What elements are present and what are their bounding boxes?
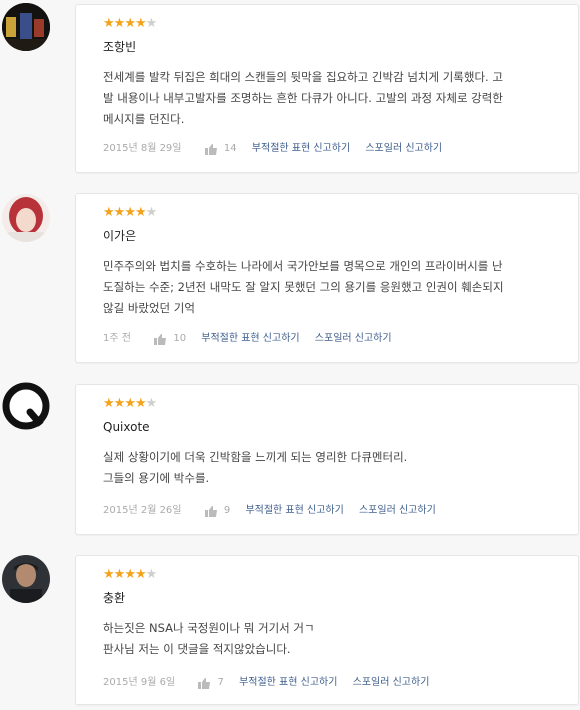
report-abuse-link[interactable]: 부적절한 표현 신고하기	[201, 332, 299, 346]
review-meta: 2015년 9월 6일 7 부적절한 표현 신고하기 스포일러 신고하기	[103, 676, 429, 691]
reviewer-name[interactable]: Quixote	[103, 419, 150, 435]
review-line: 메시지를 던진다.	[103, 112, 185, 126]
reviewer-name[interactable]: 조항빈	[103, 39, 136, 55]
report-spoiler-link[interactable]: 스포일러 신고하기	[365, 142, 442, 156]
star-empty-icon: ★	[145, 16, 158, 31]
reviewer-name[interactable]: 이가은	[103, 228, 136, 244]
avatar[interactable]	[2, 555, 50, 603]
report-spoiler-link[interactable]: 스포일러 신고하기	[353, 676, 430, 690]
review-line: 하는짓은 NSA나 국정원이나 뭐 거기서 거ㄱ	[103, 621, 315, 635]
review-line: 않길 바랐었던 기억	[103, 301, 195, 315]
like-count: 9	[223, 505, 231, 516]
star-filled-icon: ★	[103, 396, 115, 411]
like-count: 14	[223, 143, 237, 154]
review-card: ★★★★★ 이가은 민주주의와 법치를 수호하는 나라에서 국가안보를 명목으로…	[75, 193, 579, 363]
star-rating: ★★★★★	[103, 16, 158, 31]
review-line: 실제 상황이기에 더욱 긴박함을 느끼게 되는 영리한 다큐멘터리.	[103, 450, 408, 464]
avatar-image	[2, 194, 50, 242]
star-filled-icon: ★	[103, 567, 115, 582]
review-date: 2015년 9월 6일	[103, 677, 176, 688]
review-text: 실제 상황이기에 더욱 긴박함을 느끼게 되는 영리한 다큐멘터리. 그들의 용…	[103, 447, 551, 489]
review-date: 2015년 2월 26일	[103, 505, 182, 516]
thumbs-up-icon[interactable]	[154, 333, 167, 345]
thumbs-up-icon[interactable]	[204, 505, 217, 517]
report-abuse-link[interactable]: 부적절한 표현 신고하기	[245, 504, 343, 518]
star-filled-icon: ★	[103, 16, 115, 31]
star-filled-icon: ★	[134, 205, 147, 220]
star-empty-icon: ★	[145, 567, 158, 582]
review-text: 민주주의와 법치를 수호하는 나라에서 국가안보를 명목으로 개인의 프라이버시…	[103, 256, 551, 319]
thumbs-up-icon[interactable]	[198, 677, 211, 689]
report-spoiler-link[interactable]: 스포일러 신고하기	[315, 332, 392, 346]
star-filled-icon: ★	[124, 205, 136, 220]
star-filled-icon: ★	[113, 205, 126, 220]
review-meta: 2015년 8월 29일 14 부적절한 표현 신고하기 스포일러 신고하기	[103, 142, 442, 157]
review-text: 전세계를 발칵 뒤집은 희대의 스캔들의 뒷막을 집요하고 긴박감 넘치게 기록…	[103, 67, 551, 130]
review-meta: 1주 전 10 부적절한 표현 신고하기 스포일러 신고하기	[103, 332, 392, 347]
report-spoiler-link[interactable]: 스포일러 신고하기	[359, 504, 436, 518]
review-card: ★★★★★ 충환 하는짓은 NSA나 국정원이나 뭐 거기서 거ㄱ 판사님 저는…	[75, 555, 579, 705]
reviewer-name[interactable]: 충환	[103, 590, 125, 606]
star-filled-icon: ★	[134, 16, 147, 31]
quixote-logo-icon	[2, 382, 50, 430]
avatar-image	[2, 3, 50, 51]
star-filled-icon: ★	[134, 567, 147, 582]
star-filled-icon: ★	[103, 205, 115, 220]
review-line: 전세계를 발칵 뒤집은 희대의 스캔들의 뒷막을 집요하고 긴박감 넘치게 기록…	[103, 70, 503, 84]
thumbs-up-icon[interactable]	[204, 143, 217, 155]
star-filled-icon: ★	[113, 567, 126, 582]
star-filled-icon: ★	[134, 396, 147, 411]
avatar[interactable]	[2, 382, 50, 430]
star-empty-icon: ★	[145, 205, 158, 220]
review-text: 하는짓은 NSA나 국정원이나 뭐 거기서 거ㄱ 판사님 저는 이 댓글을 적지…	[103, 618, 551, 660]
star-rating: ★★★★★	[103, 396, 158, 411]
review-line: 발 내용이나 내부고발자를 조명하는 흔한 다큐가 아니다. 고발의 과정 자체…	[103, 91, 503, 105]
review-date: 2015년 8월 29일	[103, 143, 182, 154]
avatar-image	[2, 555, 50, 603]
star-filled-icon: ★	[124, 396, 136, 411]
avatar[interactable]	[2, 194, 50, 242]
star-empty-icon: ★	[145, 396, 158, 411]
star-filled-icon: ★	[113, 16, 126, 31]
review-meta: 2015년 2월 26일 9 부적절한 표현 신고하기 스포일러 신고하기	[103, 504, 436, 519]
star-filled-icon: ★	[113, 396, 126, 411]
like-count: 10	[173, 333, 187, 344]
review-line: 민주주의와 법치를 수호하는 나라에서 국가안보를 명목으로 개인의 프라이버시…	[103, 259, 503, 273]
review-date: 1주 전	[103, 333, 131, 344]
report-abuse-link[interactable]: 부적절한 표현 신고하기	[239, 676, 337, 690]
report-abuse-link[interactable]: 부적절한 표현 신고하기	[252, 142, 350, 156]
review-line: 그들의 용기에 박수를.	[103, 471, 210, 485]
review-card: ★★★★★ Quixote 실제 상황이기에 더욱 긴박함을 느끼게 되는 영리…	[75, 384, 579, 535]
review-card: ★★★★★ 조항빈 전세계를 발칵 뒤집은 희대의 스캔들의 뒷막을 집요하고 …	[75, 4, 579, 173]
avatar[interactable]	[2, 3, 50, 51]
star-filled-icon: ★	[124, 567, 136, 582]
star-rating: ★★★★★	[103, 205, 158, 220]
star-rating: ★★★★★	[103, 567, 158, 582]
review-line: 도질하는 수준; 2년전 내막도 잘 알지 못했던 그의 용기를 응원했고 인권…	[103, 280, 504, 294]
review-line: 판사님 저는 이 댓글을 적지않았습니다.	[103, 642, 291, 656]
star-filled-icon: ★	[124, 16, 136, 31]
like-count: 7	[217, 677, 224, 688]
